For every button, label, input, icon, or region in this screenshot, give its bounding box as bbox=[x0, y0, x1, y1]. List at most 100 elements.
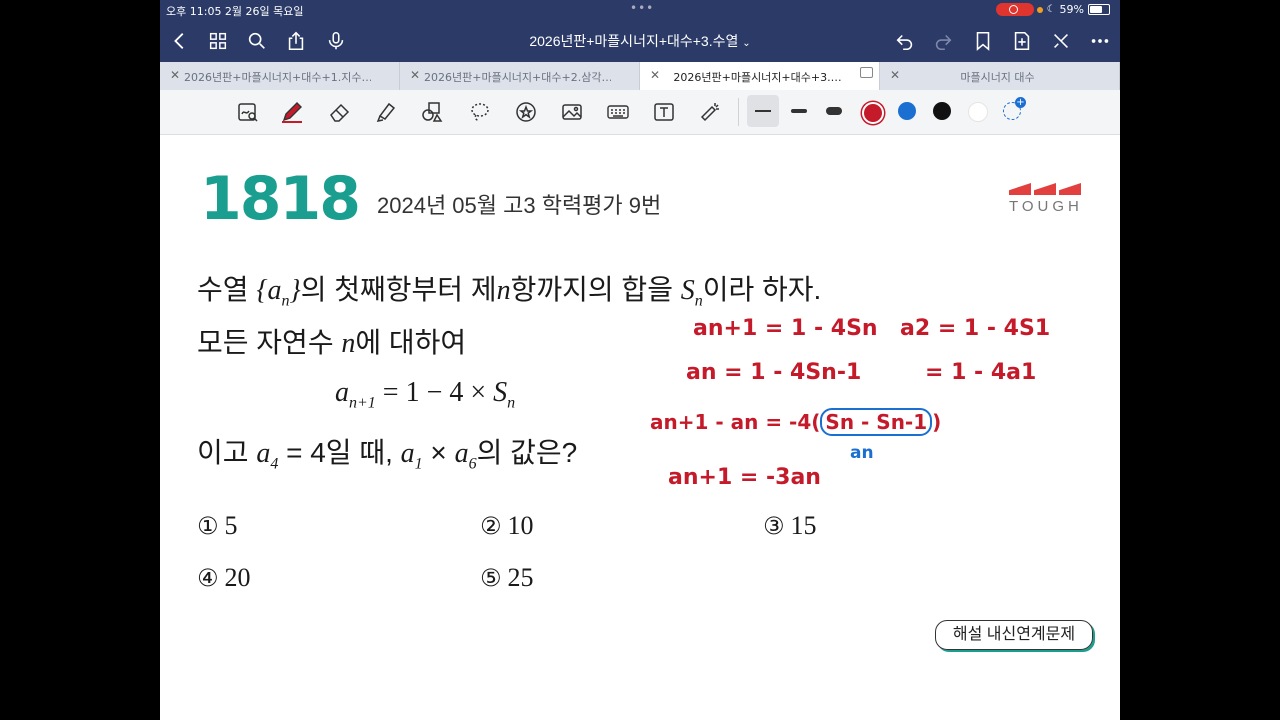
image-tool[interactable] bbox=[558, 98, 586, 126]
handwriting-note-blue: an bbox=[850, 443, 874, 463]
tab-3-active[interactable]: ✕ 2026년판+마플시너지+대수+3.… bbox=[640, 62, 880, 90]
tab-4[interactable]: ✕ 마플시너지 대수 bbox=[880, 62, 1120, 90]
color-blue-swatch[interactable] bbox=[898, 102, 916, 120]
handwriting-right-1: a2 = 1 - 4S1 bbox=[900, 316, 1051, 341]
close-tab-icon[interactable]: ✕ bbox=[170, 68, 180, 82]
laser-pointer-tool[interactable] bbox=[696, 98, 724, 126]
split-view-icon[interactable] bbox=[860, 67, 873, 78]
choice-mark: ⑤ bbox=[480, 564, 502, 592]
color-black-swatch[interactable] bbox=[933, 102, 951, 120]
problem-number: 1818 bbox=[200, 164, 361, 234]
color-white-swatch[interactable] bbox=[968, 102, 988, 122]
stroke-thick-button[interactable] bbox=[818, 95, 850, 127]
choice-value: 25 bbox=[507, 563, 534, 592]
bookmark-icon bbox=[976, 31, 990, 51]
highlighter-tool[interactable] bbox=[372, 98, 400, 126]
shapes-tool[interactable] bbox=[418, 98, 446, 126]
add-color-button[interactable]: + bbox=[1003, 97, 1026, 120]
choice-2[interactable]: ② 10 bbox=[480, 511, 534, 541]
multitasking-dots[interactable]: ••• bbox=[630, 1, 654, 15]
math-sub: 6 bbox=[468, 455, 477, 473]
navigation-bar: 2026년판+마플시너지+대수+3.수열 ⌄ bbox=[160, 20, 1120, 62]
text-segment: 수열 bbox=[197, 274, 257, 305]
pen-off-icon bbox=[1054, 34, 1068, 48]
laser-pointer-icon bbox=[700, 103, 719, 122]
math-var: a bbox=[454, 438, 469, 469]
math-var: S bbox=[680, 275, 695, 306]
text-segment: 이고 bbox=[197, 437, 257, 468]
tab-1[interactable]: ✕ 2026년판+마플시너지+대수+1.지수… bbox=[160, 62, 400, 90]
close-tab-icon[interactable]: ✕ bbox=[410, 68, 420, 82]
stroke-medium-icon bbox=[791, 109, 807, 113]
ipad-screen: 오후 11:05 2월 26일 목요일 ••• ☾ 59% 2026년판+마플시… bbox=[160, 0, 1120, 720]
lasso-read-tool[interactable] bbox=[234, 98, 262, 126]
star-sticker-icon bbox=[516, 102, 536, 122]
choice-mark: ① bbox=[197, 512, 219, 540]
battery-percent: 59% bbox=[1059, 3, 1084, 16]
choice-3[interactable]: ③ 15 bbox=[763, 511, 817, 541]
stroke-thin-icon bbox=[755, 110, 771, 112]
stroke-thin-button[interactable] bbox=[747, 95, 779, 127]
ink-segment: ) bbox=[932, 410, 942, 434]
math-var: a bbox=[256, 438, 271, 469]
shapes-icon bbox=[422, 102, 443, 122]
redo-icon bbox=[935, 34, 952, 51]
keyboard-icon bbox=[607, 105, 629, 119]
document-title-text: 2026년판+마플시너지+대수+3.수열 bbox=[529, 33, 739, 49]
solution-link-button[interactable]: 해설 내신연계문제 bbox=[935, 620, 1093, 650]
tab-2[interactable]: ✕ 2026년판+마플시너지+대수+2.삼각… bbox=[400, 62, 640, 90]
stroke-thick-icon bbox=[826, 107, 842, 115]
color-red-swatch[interactable] bbox=[862, 102, 884, 124]
handwriting-line-1: an+1 = 1 - 4Sn bbox=[693, 316, 878, 341]
image-icon bbox=[562, 104, 582, 120]
close-tab-icon[interactable]: ✕ bbox=[650, 68, 660, 82]
status-time: 오후 11:05 2월 26일 목요일 bbox=[166, 5, 304, 18]
redo-button[interactable] bbox=[931, 29, 955, 53]
math-brace: { bbox=[256, 275, 268, 306]
handwriting-line-4: an+1 = -3an bbox=[668, 465, 821, 490]
choice-4[interactable]: ④ 20 bbox=[197, 563, 251, 593]
ink-circled-segment: Sn - Sn-1 bbox=[820, 408, 933, 436]
text-segment: 의 값은? bbox=[476, 437, 578, 468]
tab-label: 2026년판+마플시너지+대수+3.… bbox=[673, 71, 842, 84]
choice-value: 15 bbox=[790, 511, 817, 540]
eraser-tool[interactable] bbox=[326, 98, 354, 126]
math-sub: n+1 bbox=[349, 394, 376, 412]
undo-button[interactable] bbox=[893, 29, 917, 53]
text-box-icon bbox=[654, 103, 674, 121]
handwriting-line-3: an+1 - an = -4(Sn - Sn-1) bbox=[650, 408, 942, 436]
toolbar-divider bbox=[738, 98, 739, 126]
more-button[interactable] bbox=[1088, 29, 1112, 53]
choice-mark: ③ bbox=[763, 512, 785, 540]
keyboard-tool[interactable] bbox=[604, 98, 632, 126]
status-bar: 오후 11:05 2월 26일 목요일 ••• ☾ 59% bbox=[160, 0, 1120, 20]
stroke-medium-button[interactable] bbox=[783, 95, 815, 127]
problem-line-4: 이고 a4 = 4일 때, a1 × a6의 값은? bbox=[197, 431, 577, 474]
chevron-down-icon: ⌄ bbox=[742, 38, 751, 49]
tab-label: 2026년판+마플시너지+대수+2.삼각… bbox=[424, 71, 611, 84]
problem-line-2: 모든 자연수 n에 대하여 bbox=[197, 321, 466, 361]
pdf-page[interactable]: 1818 2024년 05월 고3 학력평가 9번 TOUGH 수열 {an}의… bbox=[160, 135, 1120, 720]
math-operator: = 1 − 4 × bbox=[375, 377, 494, 408]
handwriting-search-icon bbox=[238, 103, 258, 122]
bookmark-button[interactable] bbox=[971, 29, 995, 53]
choice-5[interactable]: ⑤ 25 bbox=[480, 563, 534, 593]
lasso-tool[interactable] bbox=[466, 98, 494, 126]
status-right: ☾ 59% bbox=[1036, 3, 1110, 16]
add-page-button[interactable] bbox=[1010, 29, 1034, 53]
math-sub: n bbox=[694, 292, 703, 310]
text-tool[interactable] bbox=[650, 98, 678, 126]
tab-label: 마플시너지 대수 bbox=[960, 71, 1035, 84]
sticker-tool[interactable] bbox=[512, 98, 540, 126]
close-tab-icon[interactable]: ✕ bbox=[890, 68, 900, 82]
pen-tool[interactable] bbox=[278, 98, 306, 126]
difficulty-bars-icon bbox=[1009, 183, 1083, 195]
text-segment: 모든 자연수 bbox=[197, 327, 342, 358]
eraser-icon bbox=[330, 103, 350, 122]
choice-1[interactable]: ①5 bbox=[197, 511, 238, 541]
highlighter-icon bbox=[376, 102, 396, 123]
math-var: S bbox=[493, 377, 508, 408]
screen-recording-icon[interactable] bbox=[996, 3, 1034, 16]
close-pen-button[interactable] bbox=[1049, 29, 1073, 53]
math-var: n bbox=[496, 275, 511, 306]
